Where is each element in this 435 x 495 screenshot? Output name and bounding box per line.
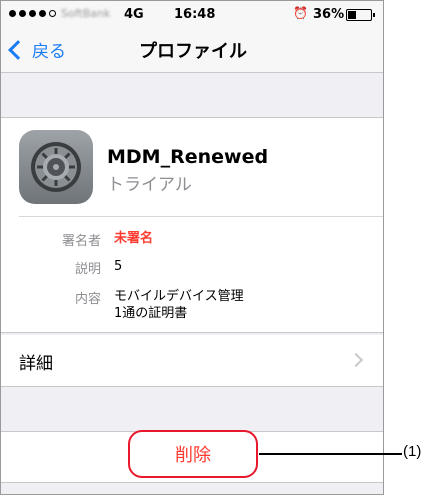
profile-subtitle: トライアル — [107, 175, 192, 195]
signer-value: 未署名 — [114, 231, 154, 246]
callout-line — [259, 453, 402, 455]
signer-label: 署名者 — [61, 234, 101, 249]
details-row[interactable]: 詳細 — [1, 335, 383, 387]
delete-row: 削除 — [1, 430, 383, 483]
delete-button[interactable]: 削除 — [128, 430, 258, 478]
alarm-icon: ⏰ — [293, 6, 308, 20]
page-title: プロファイル — [139, 41, 247, 62]
description-value: 5 — [114, 259, 123, 274]
profile-name: MDM_Renewed — [107, 146, 269, 168]
callout-label: (1) — [403, 443, 422, 460]
settings-gear-icon — [19, 130, 93, 204]
phone-screen: SoftBank 4G 16:48 ⏰ 36% 戻る プロファイル MDM_Re… — [0, 0, 384, 495]
description-label: 説明 — [74, 262, 101, 277]
battery-icon — [346, 9, 375, 21]
battery-percent: 36% — [313, 7, 345, 22]
profile-card: MDM_Renewed トライアル 署名者 未署名 説明 5 内容 モバイルデバ… — [1, 117, 383, 333]
contents-label: 内容 — [74, 292, 101, 307]
carrier-name: SoftBank — [61, 7, 111, 20]
network-type: 4G — [124, 7, 144, 22]
details-label: 詳細 — [19, 354, 53, 374]
contents-value: モバイルデバイス管理 1通の証明書 — [114, 289, 244, 321]
status-bar: SoftBank 4G 16:48 ⏰ 36% — [1, 1, 383, 29]
clock: 16:48 — [174, 7, 216, 22]
navigation-bar: 戻る プロファイル — [1, 29, 383, 73]
signal-dots-icon — [9, 10, 56, 17]
divider — [19, 216, 383, 217]
chevron-right-icon — [348, 352, 364, 368]
